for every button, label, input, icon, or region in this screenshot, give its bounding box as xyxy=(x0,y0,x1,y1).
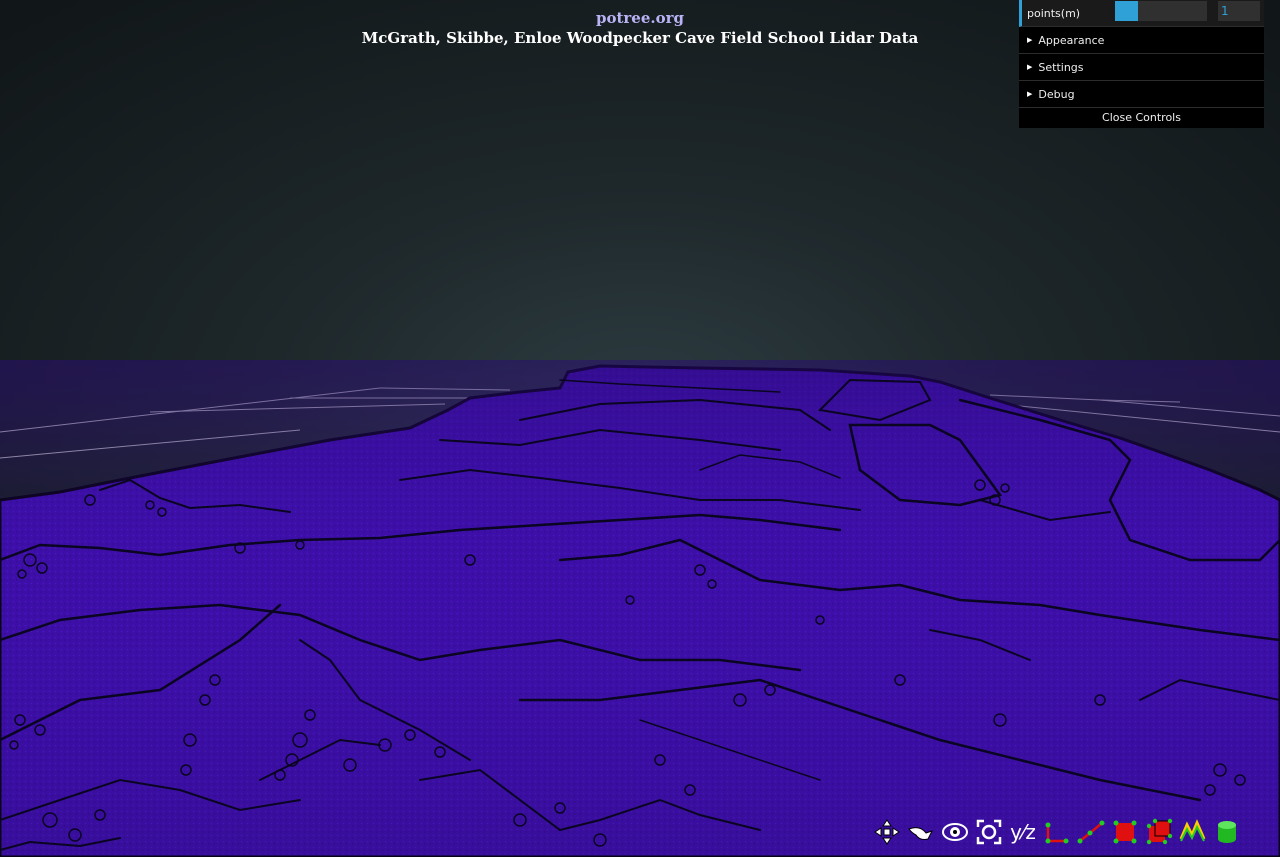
triangle-right-icon: ▶ xyxy=(1027,63,1033,71)
yz-toggle-button[interactable]: y⁄z xyxy=(1006,815,1040,849)
potree-link[interactable]: potree.org xyxy=(596,8,684,28)
profile-tool-icon xyxy=(1179,819,1206,842)
triangle-right-icon: ▶ xyxy=(1027,36,1033,44)
fly-mode-icon xyxy=(908,827,933,840)
folder-debug[interactable]: ▶ Debug xyxy=(1019,81,1264,108)
controls-panel: points(m) ▶ Appearance ▶ Settings ▶ Debu… xyxy=(1019,0,1264,128)
close-controls-button[interactable]: Close Controls xyxy=(1019,108,1264,128)
folder-settings[interactable]: ▶ Settings xyxy=(1019,54,1264,81)
triangle-right-icon: ▶ xyxy=(1027,90,1033,98)
lidar-point-cloud[interactable] xyxy=(0,0,1280,857)
points-slider-fill xyxy=(1115,1,1138,21)
volume-measure-icon xyxy=(1146,818,1173,845)
profile-tool-button[interactable] xyxy=(1176,815,1210,849)
folder-label: Debug xyxy=(1038,87,1075,101)
focus-tool-button[interactable] xyxy=(972,815,1006,849)
database-icon xyxy=(1218,821,1236,843)
folder-label: Settings xyxy=(1038,60,1084,74)
volume-measure-button[interactable] xyxy=(1142,815,1176,849)
area-measure-button[interactable] xyxy=(1108,815,1142,849)
points-slider[interactable] xyxy=(1115,1,1207,21)
folder-label: Appearance xyxy=(1038,33,1105,47)
y-z-toggle-icon: y⁄z xyxy=(1010,820,1036,844)
database-button[interactable] xyxy=(1210,815,1244,849)
points-label: points(m) xyxy=(1027,6,1081,20)
navigation-tool-button[interactable] xyxy=(870,815,904,849)
angle-measure-icon xyxy=(1045,822,1069,844)
measurement-toolbar: y⁄z xyxy=(870,815,1244,849)
points-control: points(m) xyxy=(1019,0,1264,27)
orbit-tool-button[interactable] xyxy=(938,815,972,849)
focus-icon xyxy=(976,819,1002,845)
navigation-arrows-icon xyxy=(874,819,900,845)
angle-measure-button[interactable] xyxy=(1040,815,1074,849)
point-cloud-viewport[interactable]: potree.org McGrath, Skibbe, Enloe Woodpe… xyxy=(0,0,1280,857)
distance-measure-icon xyxy=(1077,820,1105,844)
distance-measure-button[interactable] xyxy=(1074,815,1108,849)
area-measure-icon xyxy=(1113,820,1137,844)
points-value-input[interactable] xyxy=(1218,1,1260,21)
folder-appearance[interactable]: ▶ Appearance xyxy=(1019,27,1264,54)
fly-tool-button[interactable] xyxy=(904,815,938,849)
orbit-view-icon xyxy=(942,823,968,841)
